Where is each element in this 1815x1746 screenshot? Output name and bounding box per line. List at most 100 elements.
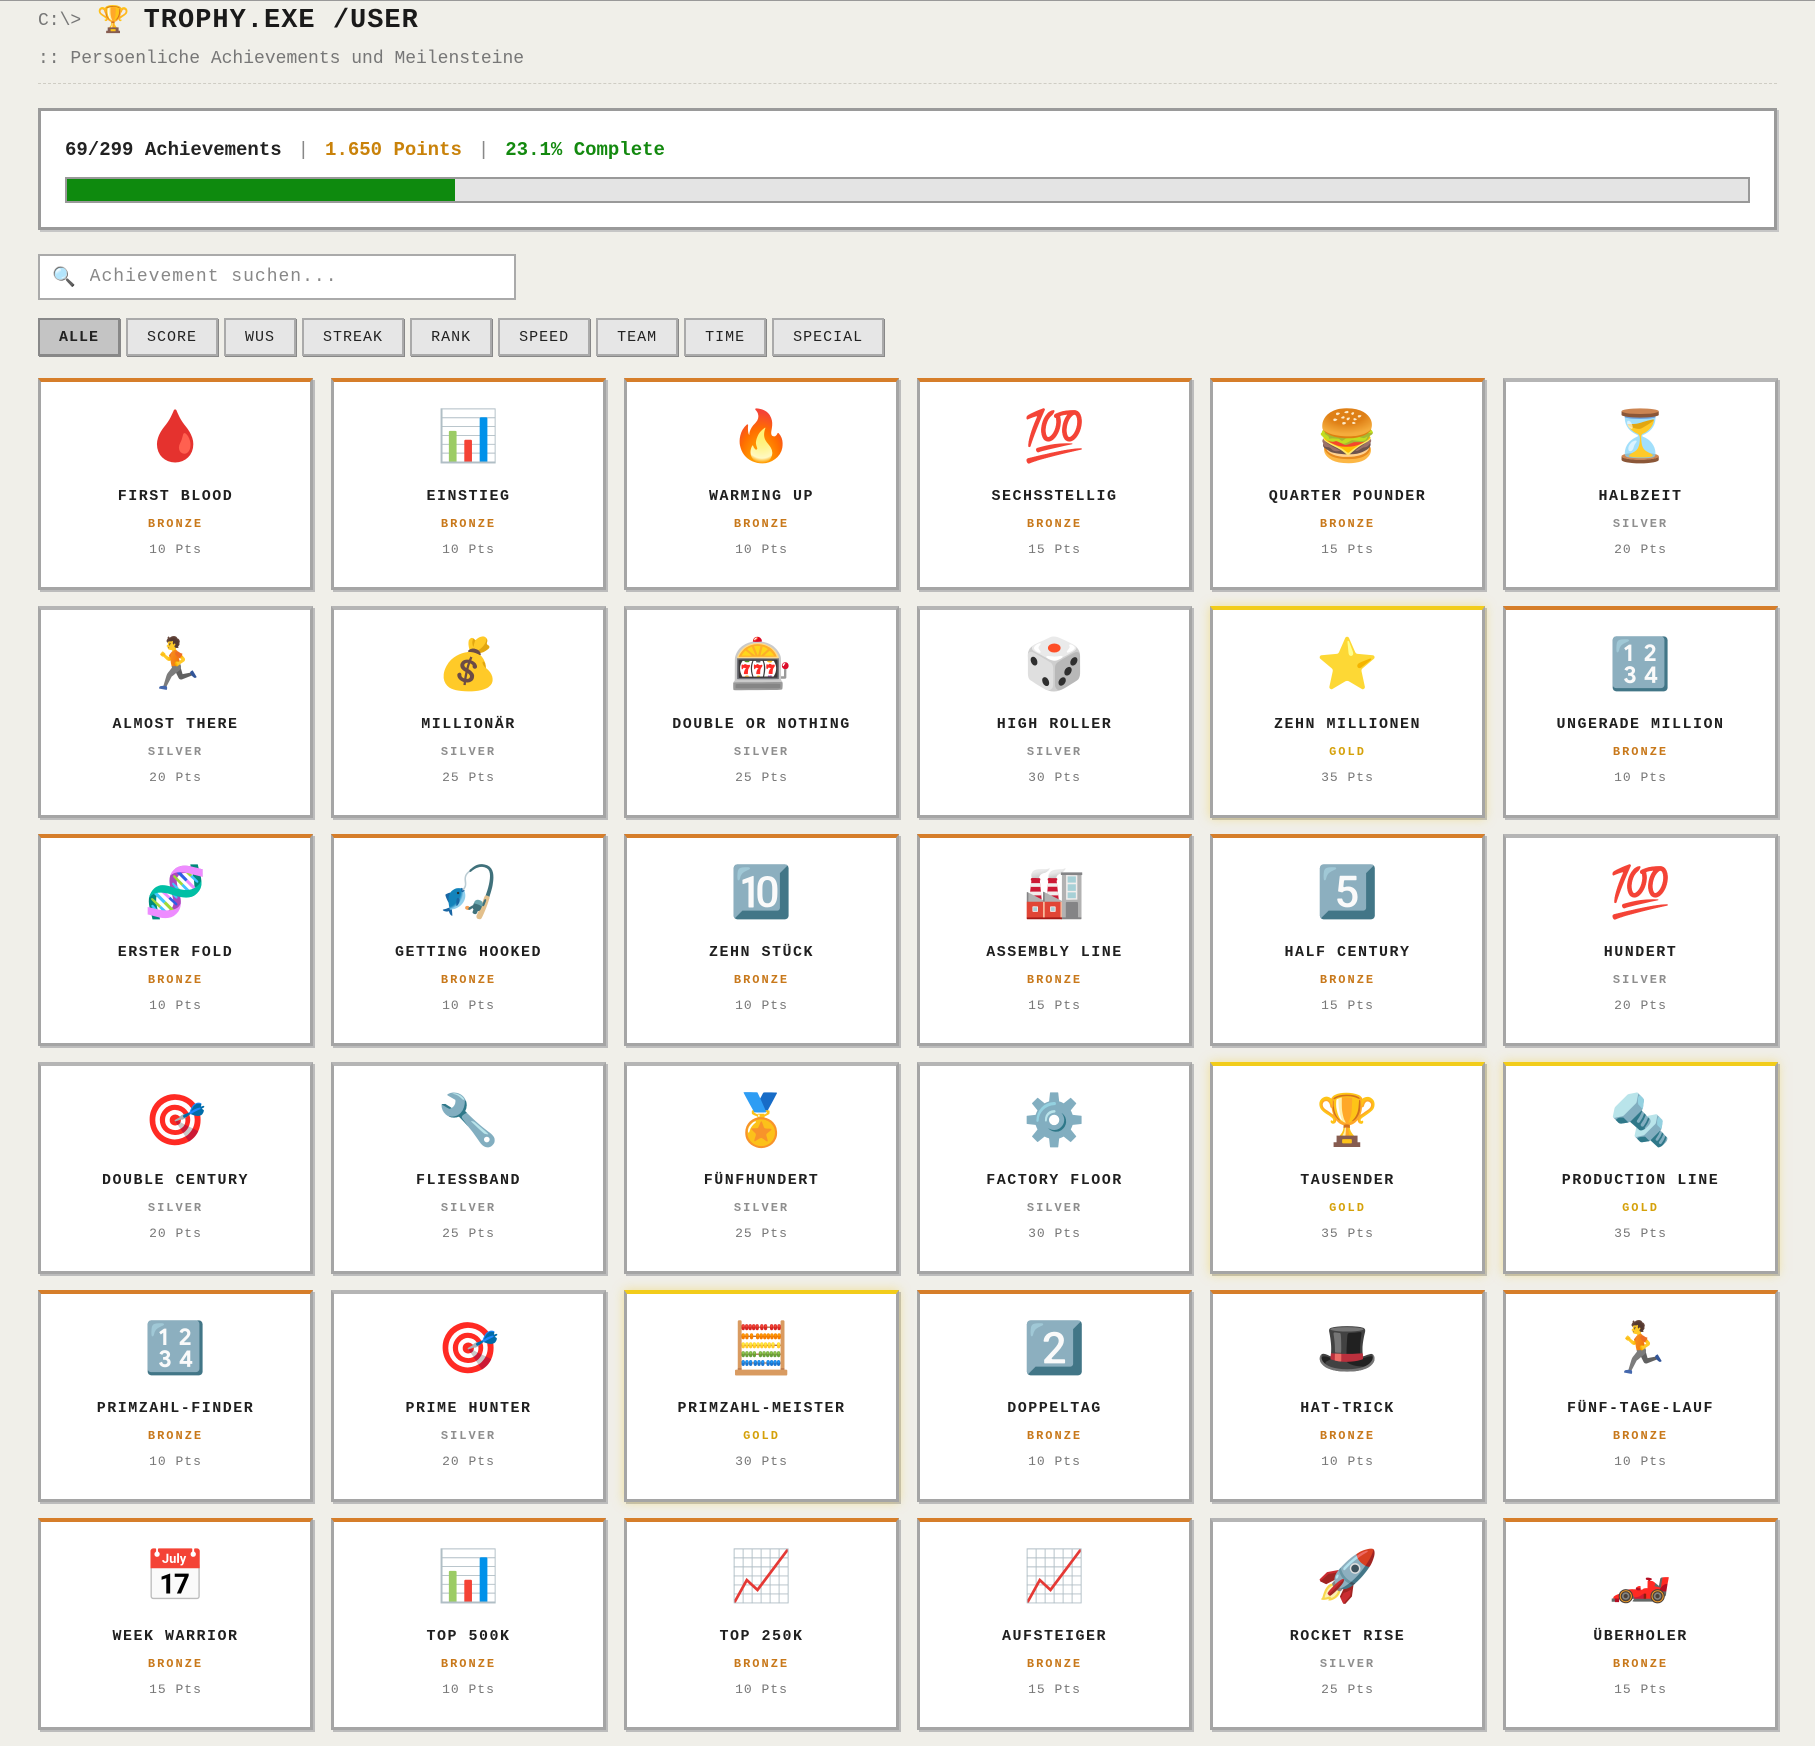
achievement-card[interactable]: ⏳ HALBZEIT SILVER 20 Pts [1503,378,1778,590]
filter-time-button[interactable]: TIME [684,318,767,356]
achievement-card[interactable]: ⭐ ZEHN MILLIONEN GOLD 35 Pts [1210,606,1485,818]
prompt-text: C:\> [38,11,82,31]
achievement-tier: BRONZE [440,517,497,531]
achievement-card[interactable]: 🎲 HIGH ROLLER SILVER 30 Pts [917,606,1192,818]
achievement-tier: BRONZE [1319,1429,1376,1443]
achievement-name: HAT-TRICK [1300,1400,1395,1417]
completion-percent: 23.1% Complete [505,139,665,161]
achievement-tier: SILVER [440,1429,497,1443]
achievement-card[interactable]: 🎩 HAT-TRICK BRONZE 10 Pts [1210,1290,1485,1502]
stats-panel: 69/299 Achievements | 1.650 Points | 23.… [38,108,1777,230]
achievement-card[interactable]: 🎯 DOUBLE CENTURY SILVER 20 Pts [38,1062,313,1274]
filter-special-button[interactable]: SPECIAL [772,318,885,356]
progress-fill [67,179,456,201]
achievement-points: 20 Pts [149,770,202,785]
achievement-card[interactable]: 2️⃣ DOPPELTAG BRONZE 10 Pts [917,1290,1192,1502]
achievement-card[interactable]: 5️⃣ HALF CENTURY BRONZE 15 Pts [1210,834,1485,1046]
achievement-points: 20 Pts [1614,542,1667,557]
achievement-tier: SILVER [1319,1657,1376,1671]
achievement-card[interactable]: 💯 SECHSSTELLIG BRONZE 15 Pts [917,378,1192,590]
achievement-name: HIGH ROLLER [996,716,1113,733]
achievement-points: 35 Pts [1614,1226,1667,1241]
filter-alle-button[interactable]: ALLE [38,318,121,356]
filter-rank-button[interactable]: RANK [410,318,493,356]
achievement-name: WARMING UP [708,488,814,505]
page-subtitle: :: Persoenliche Achievements und Meilens… [38,49,1777,84]
achievement-points: 10 Pts [735,542,788,557]
achievement-card[interactable]: 🎣 GETTING HOOKED BRONZE 10 Pts [331,834,606,1046]
achievement-card[interactable]: 📊 TOP 500K BRONZE 10 Pts [331,1518,606,1730]
achievement-points: 30 Pts [1028,1226,1081,1241]
hourglass-icon: ⏳ [1609,407,1672,465]
achievement-card[interactable]: 🎯 PRIME HUNTER SILVER 20 Pts [331,1290,606,1502]
achievement-card[interactable]: 🔥 WARMING UP BRONZE 10 Pts [624,378,899,590]
achievement-name: HALBZEIT [1598,488,1683,505]
stats-summary: 69/299 Achievements | 1.650 Points | 23.… [65,139,1750,161]
money-bag-icon: 💰 [437,635,500,693]
achievement-card[interactable]: 🧬 ERSTER FOLD BRONZE 10 Pts [38,834,313,1046]
filter-speed-button[interactable]: SPEED [498,318,591,356]
achievement-points: 15 Pts [1028,1682,1081,1697]
achievement-card[interactable]: 🍔 QUARTER POUNDER BRONZE 15 Pts [1210,378,1485,590]
filter-streak-button[interactable]: STREAK [302,318,405,356]
bar-chart-icon: 📊 [437,1547,500,1605]
achievement-card[interactable]: 🧮 PRIMZAHL-MEISTER GOLD 30 Pts [624,1290,899,1502]
achievement-tier: GOLD [1329,745,1366,759]
achievement-points: 10 Pts [1028,1454,1081,1469]
achievement-points: 25 Pts [442,770,495,785]
achievement-points: 15 Pts [1614,1682,1667,1697]
achievement-card[interactable]: 📈 TOP 250K BRONZE 10 Pts [624,1518,899,1730]
filter-team-button[interactable]: TEAM [596,318,679,356]
achievement-name: FÜNF-TAGE-LAUF [1566,1400,1715,1417]
achievement-card[interactable]: 🎰 DOUBLE OR NOTHING SILVER 25 Pts [624,606,899,818]
achievement-name: AUFSTEIGER [1001,1628,1107,1645]
achievement-card[interactable]: ⚙️ FACTORY FLOOR SILVER 30 Pts [917,1062,1192,1274]
achievement-card[interactable]: 🏃 FÜNF-TAGE-LAUF BRONZE 10 Pts [1503,1290,1778,1502]
achievement-card[interactable]: 🏭 ASSEMBLY LINE BRONZE 15 Pts [917,834,1192,1046]
achievement-card[interactable]: 🏃 ALMOST THERE SILVER 20 Pts [38,606,313,818]
dice-icon: 🎲 [1023,635,1086,693]
achievement-tier: SILVER [733,745,790,759]
achievement-name: ALMOST THERE [112,716,239,733]
filter-wus-button[interactable]: WUS [224,318,297,356]
keycap-two-icon: 2️⃣ [1023,1319,1086,1377]
fire-icon: 🔥 [730,407,793,465]
achievement-name: HUNDERT [1603,944,1678,961]
achievement-card[interactable]: 🏎️ ÜBERHOLER BRONZE 15 Pts [1503,1518,1778,1730]
achievement-name: WEEK WARRIOR [112,1628,239,1645]
achievement-points: 10 Pts [149,998,202,1013]
search-box[interactable]: 🔍 [38,254,516,300]
achievement-card[interactable]: 🩸 FIRST BLOOD BRONZE 10 Pts [38,378,313,590]
achievement-points: 10 Pts [149,542,202,557]
trophy-page: C:\> 🏆 TROPHY.EXE /USER :: Persoenliche … [0,1,1815,1730]
achievement-card[interactable]: 📊 EINSTIEG BRONZE 10 Pts [331,378,606,590]
gear-icon: ⚙️ [1023,1091,1086,1149]
achievement-points: 25 Pts [1321,1682,1374,1697]
achievement-name: ZEHN STÜCK [708,944,814,961]
achievement-card[interactable]: 💰 MILLIONÄR SILVER 25 Pts [331,606,606,818]
achievement-points: 15 Pts [1321,542,1374,557]
achievement-card[interactable]: 🏅 FÜNFHUNDERT SILVER 25 Pts [624,1062,899,1274]
target-icon: 🎯 [437,1319,500,1377]
calendar-icon: 📅 [144,1547,207,1605]
achievement-card[interactable]: 🔩 PRODUCTION LINE GOLD 35 Pts [1503,1062,1778,1274]
achievement-card[interactable]: 🔢 PRIMZAHL-FINDER BRONZE 10 Pts [38,1290,313,1502]
search-input[interactable] [87,266,492,288]
achievement-card[interactable]: 🚀 ROCKET RISE SILVER 25 Pts [1210,1518,1485,1730]
chart-increasing-icon: 📈 [730,1547,793,1605]
star-icon: ⭐ [1316,635,1379,693]
filter-score-button[interactable]: SCORE [126,318,219,356]
hundred-points-icon: 💯 [1609,863,1672,921]
achievement-card[interactable]: 🏆 TAUSENDER GOLD 35 Pts [1210,1062,1485,1274]
achievement-name: HALF CENTURY [1284,944,1411,961]
achievement-tier: BRONZE [147,517,204,531]
achievement-card[interactable]: 📈 AUFSTEIGER BRONZE 15 Pts [917,1518,1192,1730]
achievement-card[interactable]: 🔟 ZEHN STÜCK BRONZE 10 Pts [624,834,899,1046]
achievement-card[interactable]: 💯 HUNDERT SILVER 20 Pts [1503,834,1778,1046]
achievement-card[interactable]: 🔧 FLIESSBAND SILVER 25 Pts [331,1062,606,1274]
achievement-tier: SILVER [1026,1201,1083,1215]
achievement-name: SECHSSTELLIG [991,488,1118,505]
achievement-card[interactable]: 🔢 UNGERADE MILLION BRONZE 10 Pts [1503,606,1778,818]
achievement-name: GETTING HOOKED [394,944,543,961]
achievement-card[interactable]: 📅 WEEK WARRIOR BRONZE 15 Pts [38,1518,313,1730]
